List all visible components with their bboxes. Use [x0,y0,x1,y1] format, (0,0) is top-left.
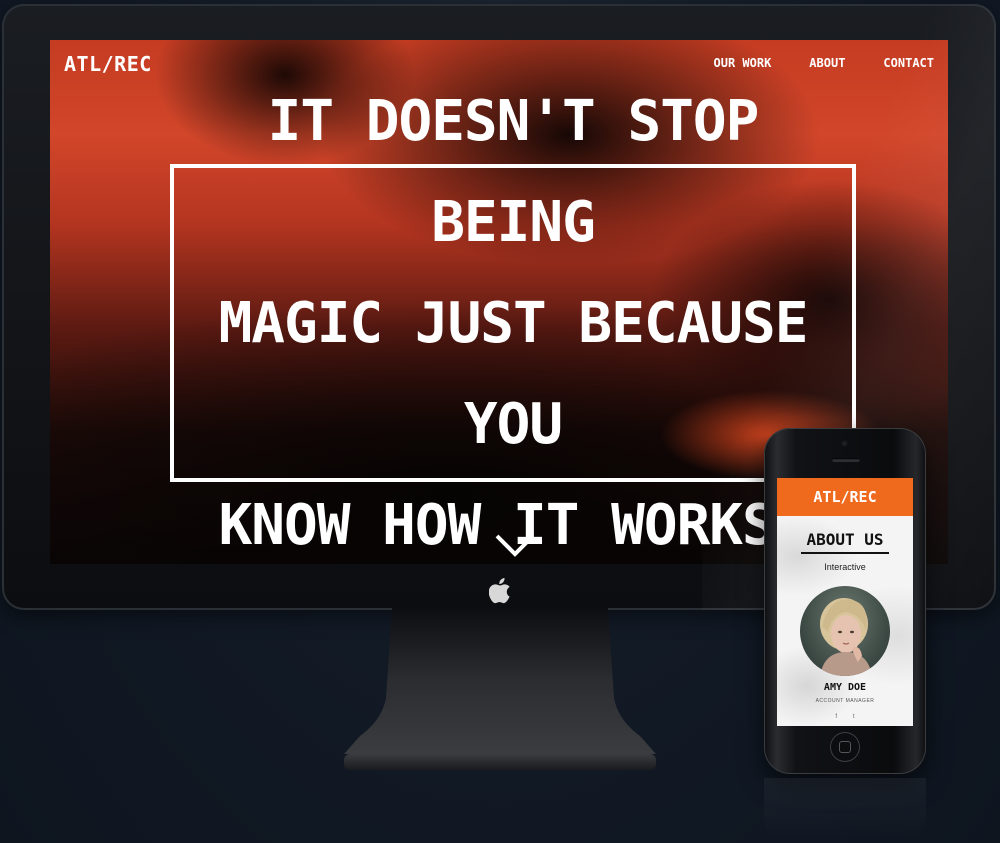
iphone-device: ATL/REC ABOUT US Interactive AMY DOE ACC… [764,428,926,774]
nav-our-work[interactable]: OUR WORK [714,56,772,70]
team-member-name: AMY DOE [823,682,867,693]
earpiece [832,458,860,462]
hero-line-1: IT DOESN'T STOP BEING [267,88,760,255]
mobile-section-title: ABOUT US [806,530,884,549]
hero-frame: IT DOESN'T STOP BEING MAGIC JUST BECAUSE… [170,89,856,558]
imac-stand [344,608,656,770]
mobile-logo[interactable]: ATL/REC [813,488,876,506]
portrait-image [820,598,872,676]
main-nav: OUR WORK ABOUT CONTACT [714,56,935,70]
mobile-header: ATL/REC [777,478,913,516]
chevron-down-icon[interactable] [494,532,536,558]
home-button[interactable] [830,732,860,762]
social-links: f t [777,714,913,720]
mobile-subtitle: Interactive [824,562,866,572]
title-underline [801,552,889,554]
front-camera [841,440,848,447]
hero-headline: IT DOESN'T STOP BEING MAGIC JUST BECAUSE… [174,71,852,565]
site-logo[interactable]: ATL/REC [64,52,152,76]
mobile-screen: ATL/REC ABOUT US Interactive AMY DOE ACC… [777,478,913,726]
hero-line-2: MAGIC JUST BECAUSE YOU [218,290,809,457]
phone-reflection [764,778,926,838]
team-member-avatar [800,586,890,676]
team-member-role: ACCOUNT MANAGER [815,698,875,704]
nav-about[interactable]: ABOUT [809,56,845,70]
apple-logo-icon [489,578,510,604]
twitter-icon[interactable]: t [853,714,855,720]
nav-contact[interactable]: CONTACT [883,56,934,70]
mobile-about-section: ABOUT US Interactive AMY DOE ACCOUNT MAN… [777,516,913,726]
facebook-icon[interactable]: f [835,714,837,720]
